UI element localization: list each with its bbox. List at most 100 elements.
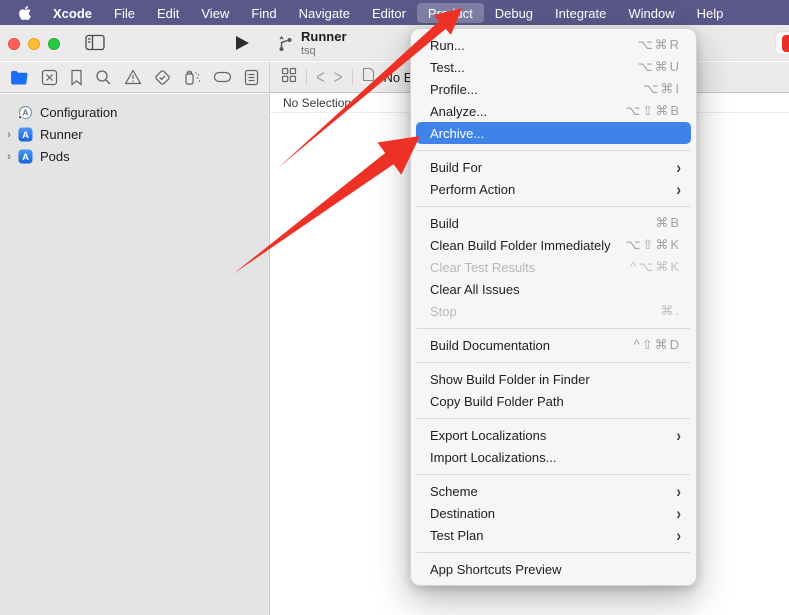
issue-navigator-icon[interactable] bbox=[124, 69, 142, 85]
run-button[interactable] bbox=[235, 35, 250, 56]
menu-item-clear-test-results: Clear Test Results ^⌥⌘K bbox=[416, 256, 691, 278]
menu-item-label: Clear All Issues bbox=[430, 282, 520, 297]
source-control-navigator-icon[interactable] bbox=[41, 69, 58, 86]
menu-item-label: Perform Action bbox=[430, 182, 515, 197]
menu-item-label: Clear Test Results bbox=[430, 260, 535, 275]
menu-item-label: Scheme bbox=[430, 484, 478, 499]
submenu-chevron-icon: › bbox=[676, 157, 681, 176]
menu-item-archive[interactable]: Archive... bbox=[416, 122, 691, 144]
project-navigator-icon[interactable] bbox=[10, 70, 29, 85]
play-icon bbox=[235, 35, 250, 51]
disclosure-chevron-icon[interactable]: › bbox=[0, 149, 18, 163]
menubar-item-product[interactable]: Product bbox=[417, 3, 484, 23]
disclosure-chevron-icon[interactable]: › bbox=[0, 127, 18, 141]
menubar-item-xcode[interactable]: Xcode bbox=[42, 3, 103, 23]
product-menu: Run... ⌥⌘R Test...⌥⌘U Profile... ⌥⌘I Analyze.… bbox=[410, 28, 697, 586]
menu-item-test[interactable]: Test...⌥⌘U bbox=[416, 56, 691, 78]
menu-separator bbox=[417, 206, 690, 207]
menubar-item-help[interactable]: Help bbox=[686, 3, 735, 23]
sidebar-item-configuration[interactable]: AConfiguration bbox=[0, 101, 269, 123]
menubar-item-navigate[interactable]: Navigate bbox=[288, 3, 361, 23]
submenu-chevron-icon: › bbox=[676, 425, 681, 444]
bookmarks-navigator-icon[interactable] bbox=[70, 69, 83, 86]
xcode-project-icon: A bbox=[18, 127, 34, 142]
menu-item-label: Run... bbox=[430, 38, 465, 53]
test-navigator-icon[interactable] bbox=[154, 69, 171, 86]
sidebar-divider[interactable] bbox=[269, 62, 270, 615]
menu-item-shortcut: ⌥⇧⌘B bbox=[625, 103, 681, 119]
scheme-target: tsq bbox=[301, 45, 347, 58]
menu-item-label: App Shortcuts Preview bbox=[430, 562, 562, 577]
apple-menu[interactable] bbox=[12, 5, 42, 21]
menu-item-label: Destination bbox=[430, 506, 495, 521]
menu-item-scheme[interactable]: Scheme› bbox=[416, 480, 691, 502]
menu-item-run[interactable]: Run... ⌥⌘R bbox=[416, 34, 691, 56]
menubar-item-editor[interactable]: Editor bbox=[361, 3, 417, 23]
editor-tab-label[interactable]: No E bbox=[384, 70, 413, 85]
minimize-window-button[interactable] bbox=[28, 38, 40, 50]
breakpoint-navigator-icon[interactable] bbox=[213, 71, 232, 83]
submenu-chevron-icon: › bbox=[676, 179, 681, 198]
forward-button[interactable]: > bbox=[334, 67, 343, 87]
sidebar-item-label: Pods bbox=[40, 149, 70, 164]
menu-item-copy-build-folder-path[interactable]: Copy Build Folder Path bbox=[416, 390, 691, 412]
menubar-item-integrate[interactable]: Integrate bbox=[544, 3, 617, 23]
menu-item-label: Import Localizations... bbox=[430, 450, 556, 465]
menu-separator bbox=[417, 150, 690, 151]
menu-item-shortcut: ^⌥⌘K bbox=[630, 259, 681, 275]
menu-item-build[interactable]: Build⌘B bbox=[416, 212, 691, 234]
scheme-picker[interactable]: Runner tsq bbox=[277, 30, 347, 58]
config-file-icon: A bbox=[18, 105, 34, 120]
submenu-chevron-icon: › bbox=[676, 503, 681, 522]
menu-item-test-plan[interactable]: Test Plan › bbox=[416, 524, 691, 546]
branch-icon bbox=[277, 35, 294, 53]
menu-item-label: Test... bbox=[430, 60, 465, 75]
menu-item-label: Analyze... bbox=[430, 104, 487, 119]
menubar-item-view[interactable]: View bbox=[190, 3, 240, 23]
sidebar-item-pods[interactable]: ›APods bbox=[0, 145, 269, 167]
menu-item-app-shortcuts-preview[interactable]: App Shortcuts Preview bbox=[416, 558, 691, 580]
menu-item-shortcut: ⌘B bbox=[655, 215, 681, 231]
menu-item-label: Build Documentation bbox=[430, 338, 550, 353]
menu-item-perform-action[interactable]: Perform Action › bbox=[416, 178, 691, 200]
divider bbox=[306, 69, 307, 85]
related-items-icon[interactable] bbox=[281, 67, 297, 88]
menu-separator bbox=[417, 328, 690, 329]
menu-item-destination[interactable]: Destination › bbox=[416, 502, 691, 524]
menubar-item-find[interactable]: Find bbox=[240, 3, 287, 23]
menu-separator bbox=[417, 552, 690, 553]
menubar-item-debug[interactable]: Debug bbox=[484, 3, 544, 23]
menu-item-export-localizations[interactable]: Export Localizations› bbox=[416, 424, 691, 446]
menu-item-label: Profile... bbox=[430, 82, 478, 97]
report-navigator-icon[interactable] bbox=[244, 69, 259, 86]
svg-text:A: A bbox=[22, 130, 29, 141]
sidebar-item-runner[interactable]: ›ARunner bbox=[0, 123, 269, 145]
debug-navigator-icon[interactable] bbox=[183, 69, 201, 86]
zoom-window-button[interactable] bbox=[48, 38, 60, 50]
menu-separator bbox=[417, 362, 690, 363]
menubar-item-edit[interactable]: Edit bbox=[146, 3, 190, 23]
toggle-navigator-button[interactable] bbox=[85, 34, 105, 56]
menu-item-stop: Stop⌘. bbox=[416, 300, 691, 322]
menu-item-build-for[interactable]: Build For› bbox=[416, 156, 691, 178]
find-navigator-icon[interactable] bbox=[95, 69, 112, 86]
menu-bar: XcodeFileEditViewFindNavigateEditorProdu… bbox=[0, 0, 789, 25]
menu-item-import-localizations[interactable]: Import Localizations... bbox=[416, 446, 691, 468]
menu-separator bbox=[417, 474, 690, 475]
menu-item-analyze[interactable]: Analyze... ⌥⇧⌘B bbox=[416, 100, 691, 122]
menu-item-clean-build-folder-immediately[interactable]: Clean Build Folder Immediately⌥⇧⌘K bbox=[416, 234, 691, 256]
corner-app-badge[interactable] bbox=[775, 31, 789, 55]
menubar-item-window[interactable]: Window bbox=[617, 3, 685, 23]
close-window-button[interactable] bbox=[8, 38, 20, 50]
menu-item-clear-all-issues[interactable]: Clear All Issues bbox=[416, 278, 691, 300]
menu-item-shortcut: ⌥⌘I bbox=[643, 81, 681, 97]
menubar-item-file[interactable]: File bbox=[103, 3, 146, 23]
menu-item-label: Copy Build Folder Path bbox=[430, 394, 564, 409]
menu-item-build-documentation[interactable]: Build Documentation^⇧⌘D bbox=[416, 334, 691, 356]
back-button[interactable]: < bbox=[316, 67, 325, 87]
menu-item-profile[interactable]: Profile... ⌥⌘I bbox=[416, 78, 691, 100]
menu-item-show-build-folder-in-finder[interactable]: Show Build Folder in Finder bbox=[416, 368, 691, 390]
menu-item-label: Test Plan bbox=[430, 528, 483, 543]
submenu-chevron-icon: › bbox=[676, 525, 681, 544]
menu-item-shortcut: ⌥⌘R bbox=[638, 37, 681, 53]
